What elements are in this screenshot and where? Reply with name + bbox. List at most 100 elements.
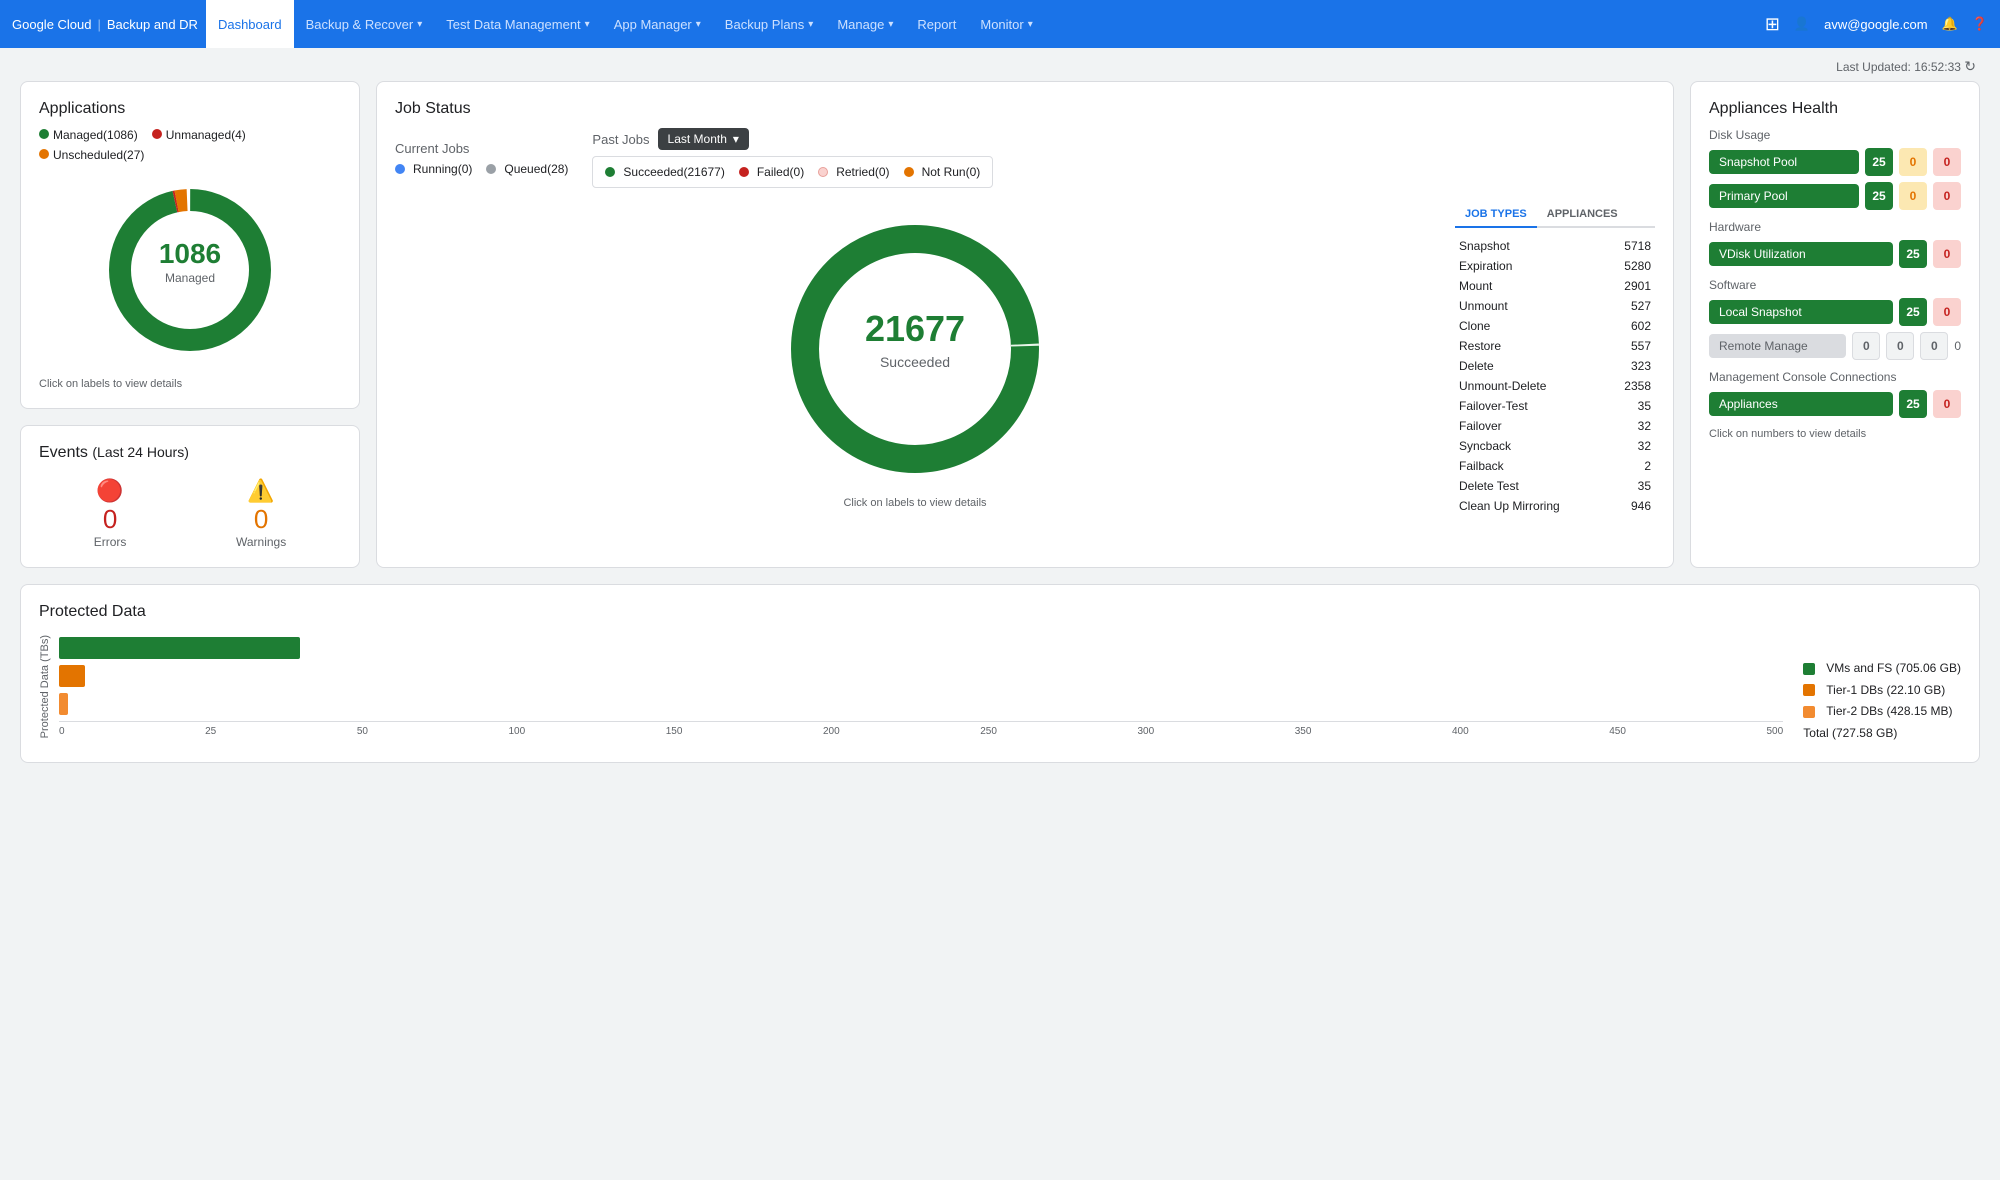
list-item[interactable]: Failback2 xyxy=(1455,456,1655,476)
appliances-name: Appliances xyxy=(1709,392,1893,416)
vdisk-red[interactable]: 0 xyxy=(1933,240,1961,268)
last-updated-label: Last Updated: xyxy=(1836,60,1911,74)
appliances-health-title: Appliances Health xyxy=(1709,100,1961,118)
brand: Google Cloud | Backup and DR xyxy=(12,17,198,32)
y-axis-wrapper: Protected Data (TBs) xyxy=(39,635,1783,738)
list-item[interactable]: Unmount-Delete2358 xyxy=(1455,376,1655,396)
navigation: Google Cloud | Backup and DR Dashboard B… xyxy=(0,0,2000,48)
refresh-icon[interactable]: ↻ xyxy=(1964,58,1976,75)
legend-tier1-label: Tier-1 DBs (22.10 GB) xyxy=(1826,680,1945,702)
snapshot-pool-green[interactable]: 25 xyxy=(1865,148,1893,176)
list-item[interactable]: Failover-Test35 xyxy=(1455,396,1655,416)
help-icon[interactable]: ❓ xyxy=(1972,16,1988,32)
remote-manage-row: Remote Manage 0 0 0 0 xyxy=(1709,332,1961,360)
bar-vms-fill xyxy=(59,637,300,659)
nav-manage[interactable]: Manage ▾ xyxy=(825,0,905,48)
list-item[interactable]: Expiration5280 xyxy=(1455,256,1655,276)
snapshot-pool-orange[interactable]: 0 xyxy=(1899,148,1927,176)
disk-usage-label: Disk Usage xyxy=(1709,128,1961,142)
nav-backup-recover[interactable]: Backup & Recover ▾ xyxy=(294,0,435,48)
bar-tier1-fill xyxy=(59,665,85,687)
bar-tier2 xyxy=(59,693,1783,715)
notification-icon[interactable]: 🔔 xyxy=(1942,16,1958,32)
nav-right: ⊞ 👤 avw@google.com 🔔 ❓ xyxy=(1765,14,1988,35)
bar-vms xyxy=(59,637,1783,659)
legend-vms-label: VMs and FS (705.06 GB) xyxy=(1826,658,1961,680)
legend-total-label: Total (727.58 GB) xyxy=(1803,723,1897,745)
remote-manage-g3[interactable]: 0 xyxy=(1920,332,1948,360)
past-jobs-label: Past Jobs xyxy=(592,132,649,147)
legend-tier1: Tier-1 DBs (22.10 GB) xyxy=(1803,680,1961,702)
legend-unscheduled: Unscheduled(27) xyxy=(39,148,144,162)
events-warnings: ⚠️ 0 Warnings xyxy=(236,478,286,549)
list-item[interactable]: Mount2901 xyxy=(1455,276,1655,296)
list-item[interactable]: Syncback32 xyxy=(1455,436,1655,456)
warnings-count: 0 xyxy=(236,504,286,535)
nav-backup-plans[interactable]: Backup Plans ▾ xyxy=(713,0,826,48)
primary-pool-name: Primary Pool xyxy=(1709,184,1859,208)
legend-managed: Managed(1086) xyxy=(39,128,138,142)
local-snapshot-green[interactable]: 25 xyxy=(1899,298,1927,326)
appliances-green[interactable]: 25 xyxy=(1899,390,1927,418)
primary-pool-red[interactable]: 0 xyxy=(1933,182,1961,210)
applications-donut: 1086 Managed xyxy=(39,170,341,370)
list-item[interactable]: Failover32 xyxy=(1455,416,1655,436)
tab-appliances[interactable]: APPLIANCES xyxy=(1537,202,1628,226)
snapshot-pool-name: Snapshot Pool xyxy=(1709,150,1859,174)
job-tabs: JOB TYPES APPLIANCES xyxy=(1455,202,1655,228)
software-label: Software xyxy=(1709,278,1961,292)
bar-tier2-fill xyxy=(59,693,68,715)
list-item[interactable]: Clone602 xyxy=(1455,316,1655,336)
snapshot-pool-red[interactable]: 0 xyxy=(1933,148,1961,176)
primary-pool-row: Primary Pool 25 0 0 xyxy=(1709,182,1961,210)
nav-report[interactable]: Report xyxy=(905,0,968,48)
list-item[interactable]: Delete Test35 xyxy=(1455,476,1655,496)
nav-dashboard[interactable]: Dashboard xyxy=(206,0,294,48)
events-title: Events (Last 24 Hours) xyxy=(39,444,341,462)
legend-vms-box xyxy=(1803,663,1815,675)
chevron-icon: ▾ xyxy=(808,19,813,30)
left-column: Applications Managed(1086) Unmanaged(4) … xyxy=(20,81,360,568)
bar-chart: Protected Data (TBs) xyxy=(39,635,1783,744)
list-item[interactable]: Restore557 xyxy=(1455,336,1655,356)
tab-job-types[interactable]: JOB TYPES xyxy=(1455,202,1537,228)
nav-monitor[interactable]: Monitor ▾ xyxy=(968,0,1044,48)
page-header: Last Updated: 16:52:33 ↻ xyxy=(0,48,2000,81)
nav-app-manager[interactable]: App Manager ▾ xyxy=(602,0,713,48)
errors-count: 0 xyxy=(94,504,127,535)
local-snapshot-row: Local Snapshot 25 0 xyxy=(1709,298,1961,326)
protected-data-card: Protected Data Protected Data (TBs) xyxy=(20,584,1980,763)
job-status-card: Job Status Current Jobs Running(0) Queue… xyxy=(376,81,1674,568)
brand-app: Backup and DR xyxy=(107,17,198,32)
chevron-icon: ▾ xyxy=(417,19,422,30)
time-filter-dropdown[interactable]: Last Month ▾ xyxy=(658,128,749,150)
appliances-red[interactable]: 0 xyxy=(1933,390,1961,418)
appliances-health-footer: Click on numbers to view details xyxy=(1709,428,1961,440)
protected-chart-area: Protected Data (TBs) xyxy=(39,635,1961,744)
primary-pool-orange[interactable]: 0 xyxy=(1899,182,1927,210)
remote-manage-g2[interactable]: 0 xyxy=(1886,332,1914,360)
y-axis-label: Protected Data (TBs) xyxy=(39,635,51,738)
list-item[interactable]: Delete323 xyxy=(1455,356,1655,376)
list-item[interactable]: Unmount527 xyxy=(1455,296,1655,316)
events-errors: 🔴 0 Errors xyxy=(94,478,127,549)
list-item[interactable]: Snapshot5718 xyxy=(1455,236,1655,256)
main-content: Applications Managed(1086) Unmanaged(4) … xyxy=(0,81,2000,783)
vdisk-green[interactable]: 25 xyxy=(1899,240,1927,268)
events-subtitle: (Last 24 Hours) xyxy=(92,444,188,460)
list-item[interactable]: Clean Up Mirroring946 xyxy=(1455,496,1655,516)
user-icon: 👤 xyxy=(1794,16,1810,32)
job-footer: Click on labels to view details xyxy=(843,497,986,509)
user-email[interactable]: avw@google.com xyxy=(1824,17,1928,32)
top-grid: Applications Managed(1086) Unmanaged(4) … xyxy=(20,81,1980,568)
primary-pool-green[interactable]: 25 xyxy=(1865,182,1893,210)
errors-label: Errors xyxy=(94,535,127,549)
remote-manage-g1[interactable]: 0 xyxy=(1852,332,1880,360)
nav-test-data[interactable]: Test Data Management ▾ xyxy=(434,0,601,48)
local-snapshot-name: Local Snapshot xyxy=(1709,300,1893,324)
retried-legend: Retried(0) xyxy=(818,165,889,179)
filter-icon[interactable]: ⊞ xyxy=(1765,14,1780,35)
applications-title: Applications xyxy=(39,100,341,118)
remote-manage-name: Remote Manage xyxy=(1709,334,1846,358)
local-snapshot-red[interactable]: 0 xyxy=(1933,298,1961,326)
